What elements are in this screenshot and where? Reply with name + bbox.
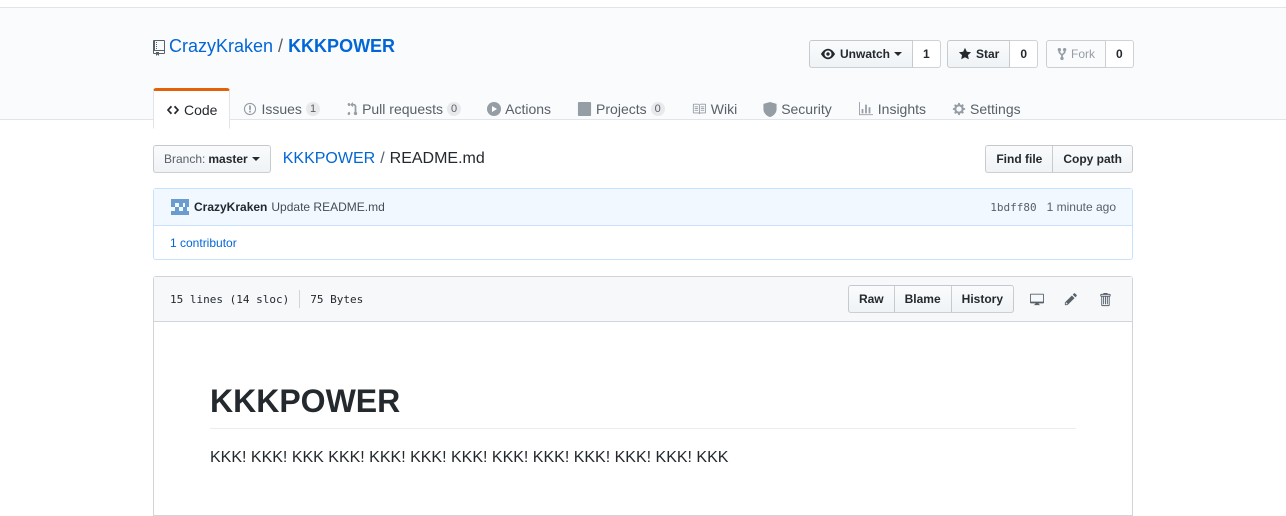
repo-name-link[interactable]: KKKPOWER — [288, 36, 395, 57]
file-info-divider — [299, 290, 301, 308]
repo-title-separator: / — [278, 36, 284, 56]
commit-summary: CrazyKraken Update README.md 1bdff80 1 m… — [154, 189, 1132, 226]
commit-time: 1 minute ago — [1046, 200, 1116, 214]
watchers-count[interactable]: 1 — [913, 40, 941, 68]
repo-header: CrazyKraken / KKKPOWER Unwatch 1 Star 0 — [0, 8, 1286, 129]
readme-paragraph: KKK! KKK! KKK KKK! KKK! KKK! KKK! KKK! K… — [210, 449, 729, 467]
star-button[interactable]: Star — [947, 40, 1011, 68]
tab-pull-requests[interactable]: Pull requests 0 — [333, 88, 474, 128]
file-actions: Raw Blame History — [847, 285, 1116, 313]
commit-message[interactable]: Update README.md — [271, 200, 384, 214]
branch-prefix: Branch: — [164, 152, 206, 166]
file-nav-actions: Find file Copy path — [985, 145, 1133, 173]
repo-icon — [153, 39, 165, 56]
chevron-down-icon — [894, 52, 903, 56]
file-header: 15 lines (14 sloc) 75 Bytes Raw Blame Hi… — [154, 277, 1132, 322]
tab-issues[interactable]: Issues 1 — [230, 88, 333, 128]
file-navigation: Branch: master KKKPOWER / README.md Find f… — [153, 145, 1133, 173]
shield-icon — [763, 101, 777, 117]
history-button[interactable]: History — [950, 285, 1014, 313]
pencil-icon — [1064, 293, 1077, 306]
tab-issues-label: Issues — [261, 101, 302, 117]
commit-author[interactable]: CrazyKraken — [194, 200, 267, 214]
find-file-button[interactable]: Find file — [985, 145, 1054, 173]
repo-name: KKKPOWER — [288, 36, 396, 56]
repo-nav-tabs: Code Issues 1 Pull requests 0 Actions Pr… — [153, 88, 1034, 129]
edit-button[interactable] — [1060, 288, 1082, 310]
unwatch-label: Unwatch — [840, 47, 891, 61]
tab-actions[interactable]: Actions — [474, 88, 564, 128]
tab-insights[interactable]: Insights — [845, 88, 939, 128]
tab-code-label: Code — [184, 101, 218, 118]
branch-select-button[interactable]: Branch: master — [153, 145, 271, 173]
project-icon — [577, 102, 592, 116]
star-icon — [958, 47, 972, 60]
branch-name: master — [208, 152, 248, 166]
tab-security-label: Security — [781, 101, 832, 117]
contributors-row: 1 contributor — [154, 226, 1132, 259]
watch-group: Unwatch 1 — [809, 40, 941, 68]
copy-path-button[interactable]: Copy path — [1053, 145, 1133, 173]
repo-owner-link[interactable]: CrazyKraken — [169, 36, 273, 57]
fork-group: Fork 0 — [1046, 40, 1134, 68]
star-label: Star — [976, 47, 1000, 61]
chevron-down-icon — [251, 157, 260, 161]
issue-icon — [244, 102, 257, 116]
desktop-button[interactable] — [1026, 288, 1048, 310]
fork-button[interactable]: Fork — [1046, 40, 1106, 68]
tab-projects[interactable]: Projects 0 — [564, 88, 678, 128]
blame-button[interactable]: Blame — [893, 285, 952, 313]
breadcrumb-repo-link[interactable]: KKKPOWER — [283, 150, 375, 167]
eye-icon — [821, 48, 835, 60]
commit-sha[interactable]: 1bdff80 — [990, 201, 1036, 214]
pull-requests-counter: 0 — [447, 102, 462, 116]
file-info: 15 lines (14 sloc) 75 Bytes — [170, 290, 363, 308]
tab-settings-label: Settings — [970, 101, 1021, 117]
unwatch-button[interactable]: Unwatch — [809, 40, 914, 68]
desktop-icon — [1030, 293, 1044, 306]
contributors-link[interactable]: 1 contributor — [170, 236, 237, 250]
file-line-count: 15 lines (14 sloc) — [170, 292, 290, 306]
tab-wiki-label: Wiki — [710, 101, 738, 117]
tab-code[interactable]: Code — [153, 88, 231, 129]
tab-security[interactable]: Security — [750, 88, 845, 128]
star-group: Star 0 — [947, 40, 1039, 68]
stars-count[interactable]: 0 — [1010, 40, 1039, 68]
fork-icon — [1057, 47, 1067, 61]
readme-heading: KKKPOWER — [210, 382, 1076, 430]
avatar[interactable] — [170, 197, 190, 217]
raw-button[interactable]: Raw — [847, 285, 895, 313]
file-view-buttons: Raw Blame History — [847, 285, 1014, 313]
tab-actions-label: Actions — [505, 101, 552, 117]
file-viewer: 15 lines (14 sloc) 75 Bytes Raw Blame Hi… — [153, 276, 1133, 516]
tab-settings[interactable]: Settings — [939, 88, 1034, 128]
repo-title: CrazyKraken / KKKPOWER — [153, 36, 395, 57]
delete-button[interactable] — [1094, 288, 1116, 310]
code-icon — [166, 105, 180, 114]
readme-content: KKKPOWER KKK! KKK! KKK KKK! KKK! KKK! KK… — [154, 322, 1132, 467]
trash-icon — [1100, 292, 1111, 306]
breadcrumb-separator: / — [380, 150, 385, 167]
graph-icon — [858, 102, 873, 116]
top-bar — [0, 0, 1286, 8]
file-size: 75 Bytes — [310, 292, 364, 306]
latest-commit-box: CrazyKraken Update README.md 1bdff80 1 m… — [153, 188, 1133, 260]
tab-projects-label: Projects — [596, 101, 647, 117]
issues-counter: 1 — [305, 102, 321, 116]
projects-counter: 0 — [650, 102, 665, 116]
fork-label: Fork — [1071, 47, 1095, 61]
forks-count[interactable]: 0 — [1106, 40, 1134, 68]
pull-request-icon — [347, 102, 358, 116]
gear-icon — [952, 102, 966, 116]
tab-insights-label: Insights — [877, 101, 927, 117]
breadcrumb-file: README.md — [389, 150, 485, 167]
play-icon — [487, 102, 502, 116]
tab-pull-requests-label: Pull requests — [362, 101, 443, 117]
breadcrumb: KKKPOWER / README.md — [283, 150, 485, 168]
tab-wiki[interactable]: Wiki — [678, 88, 750, 128]
book-icon — [692, 103, 706, 115]
